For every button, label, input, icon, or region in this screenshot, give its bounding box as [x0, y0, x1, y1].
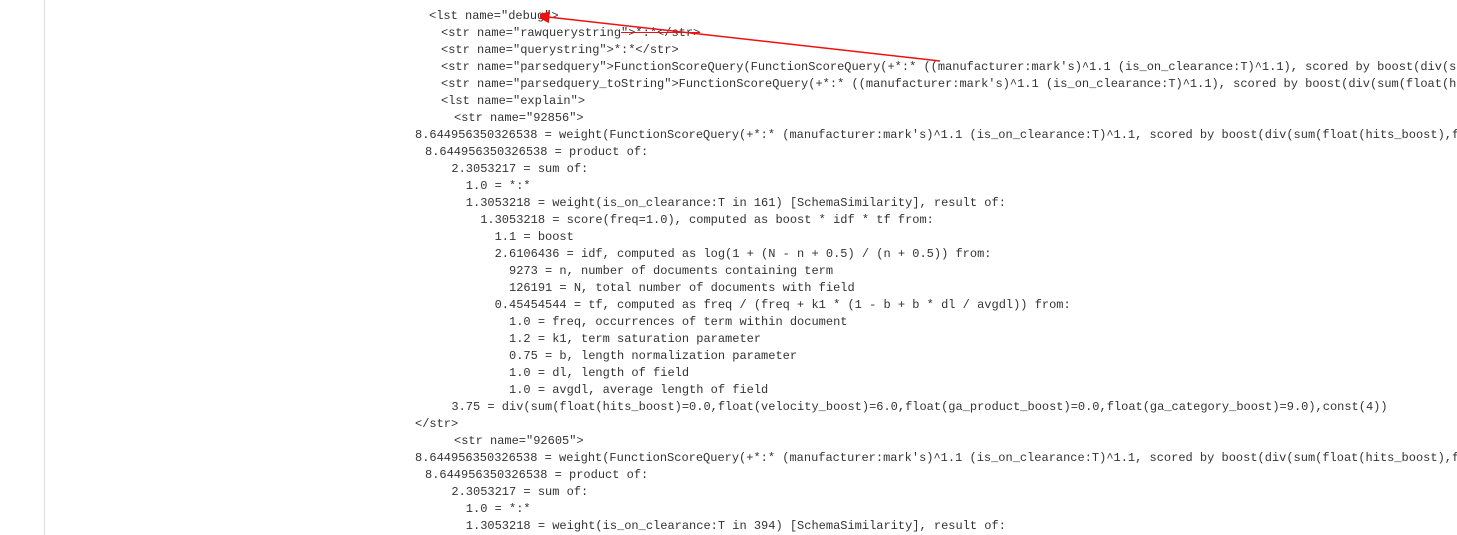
debug-line: 1.0 = dl, length of field [93, 365, 1457, 382]
debug-line: </str> [93, 416, 1457, 433]
debug-line: 1.0 = freq, occurrences of term within d… [93, 314, 1457, 331]
debug-line: 1.3053218 = weight(is_on_clearance:T in … [93, 195, 1457, 212]
debug-line: 1.0 = *:* [93, 178, 1457, 195]
debug-line: 1.3053218 = score(freq=1.0), computed as… [93, 212, 1457, 229]
debug-line: 0.75 = b, length normalization parameter [93, 348, 1457, 365]
debug-line: 126191 = N, total number of documents wi… [93, 280, 1457, 297]
debug-line: 1.0 = avgdl, average length of field [93, 382, 1457, 399]
debug-line: <lst name="debug"> [93, 8, 1457, 25]
debug-line: <str name="rawquerystring">*:*</str> [93, 25, 1457, 42]
debug-line: <str name="92605"> [93, 433, 1457, 450]
debug-line: 2.3053217 = sum of: [93, 484, 1457, 501]
debug-line: 2.6106436 = idf, computed as log(1 + (N … [93, 246, 1457, 263]
debug-line: <str name="parsedquery_toString">Functio… [93, 76, 1457, 93]
debug-line: 3.75 = div(sum(float(hits_boost)=0.0,flo… [93, 399, 1457, 416]
debug-line: 1.0 = *:* [93, 501, 1457, 518]
debug-line: 9273 = n, number of documents containing… [93, 263, 1457, 280]
debug-line: <str name="querystring">*:*</str> [93, 42, 1457, 59]
debug-line: 0.45454544 = tf, computed as freq / (fre… [93, 297, 1457, 314]
debug-line: 8.644956350326538 = product of: [93, 467, 1457, 484]
debug-line: 8.644956350326538 = weight(FunctionScore… [93, 127, 1457, 144]
debug-line: 8.644956350326538 = product of: [93, 144, 1457, 161]
debug-line: 8.644956350326538 = weight(FunctionScore… [93, 450, 1457, 467]
debug-line: <lst name="explain"> [93, 93, 1457, 110]
debug-output-block: <lst name="debug"><str name="rawquerystr… [44, 0, 1457, 535]
debug-line: 1.2 = k1, term saturation parameter [93, 331, 1457, 348]
debug-line: 1.1 = boost [93, 229, 1457, 246]
debug-line: <str name="parsedquery">FunctionScoreQue… [93, 59, 1457, 76]
debug-line: <str name="92856"> [93, 110, 1457, 127]
debug-line: 2.3053217 = sum of: [93, 161, 1457, 178]
